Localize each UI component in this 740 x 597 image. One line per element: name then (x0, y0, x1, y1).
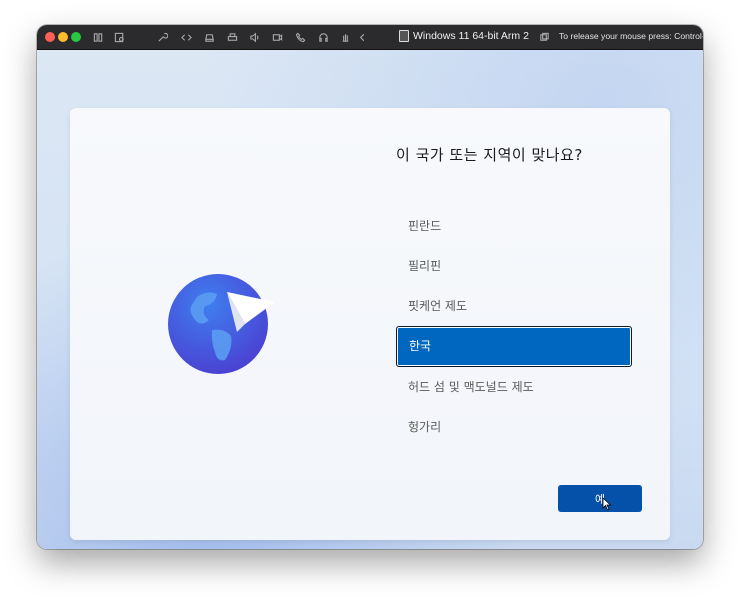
zoom-window-button[interactable] (71, 32, 81, 42)
vm-document-icon (399, 30, 409, 42)
back-chevron-icon[interactable] (355, 30, 369, 44)
wrench-icon[interactable] (155, 30, 169, 44)
oobe-card: 이 국가 또는 지역이 맞나요? 핀란드 필리핀 핏케언 제도 한국 허드 섬 … (70, 108, 670, 540)
yes-button[interactable]: 예 (558, 485, 642, 512)
region-item[interactable]: 핀란드 (396, 206, 632, 246)
speaker-icon[interactable] (247, 30, 261, 44)
region-item[interactable]: 허드 섬 및 맥도널드 제도 (396, 367, 632, 407)
headphones-icon[interactable] (316, 30, 330, 44)
page-title: 이 국가 또는 지역이 맞나요? (396, 146, 583, 164)
code-icon[interactable] (179, 30, 193, 44)
window-overlay-icon[interactable] (537, 30, 551, 44)
release-mouse-hint: To release your mouse press: Control-⌘ (559, 31, 703, 41)
region-item-selected[interactable]: 한국 (396, 326, 632, 367)
title-bar: Windows 11 64-bit Arm 2 To release your … (37, 25, 703, 50)
vm-desktop: 이 국가 또는 지역이 맞나요? 핀란드 필리핀 핏케언 제도 한국 허드 섬 … (37, 50, 703, 549)
drive-icon[interactable] (202, 30, 216, 44)
minimize-window-button[interactable] (58, 32, 68, 42)
mouse-cursor-icon (602, 497, 612, 511)
vm-window: Windows 11 64-bit Arm 2 To release your … (37, 25, 703, 549)
region-item[interactable]: 헝가리 (396, 407, 632, 447)
window-title: Windows 11 64-bit Arm 2 (399, 30, 529, 42)
hand-icon[interactable] (338, 30, 352, 44)
sidebar-icon[interactable] (91, 30, 105, 44)
camera-icon[interactable] (270, 30, 284, 44)
phone-icon[interactable] (293, 30, 307, 44)
printer-icon[interactable] (225, 30, 239, 44)
region-list[interactable]: 핀란드 필리핀 핏케언 제도 한국 허드 섬 및 맥도널드 제도 헝가리 (396, 206, 632, 447)
region-item[interactable]: 필리핀 (396, 246, 632, 286)
window-title-text: Windows 11 64-bit Arm 2 (413, 30, 529, 42)
region-item[interactable]: 핏케언 제도 (396, 286, 632, 326)
close-window-button[interactable] (45, 32, 55, 42)
globe-icon (167, 272, 279, 376)
vm-settings-icon[interactable] (112, 30, 126, 44)
